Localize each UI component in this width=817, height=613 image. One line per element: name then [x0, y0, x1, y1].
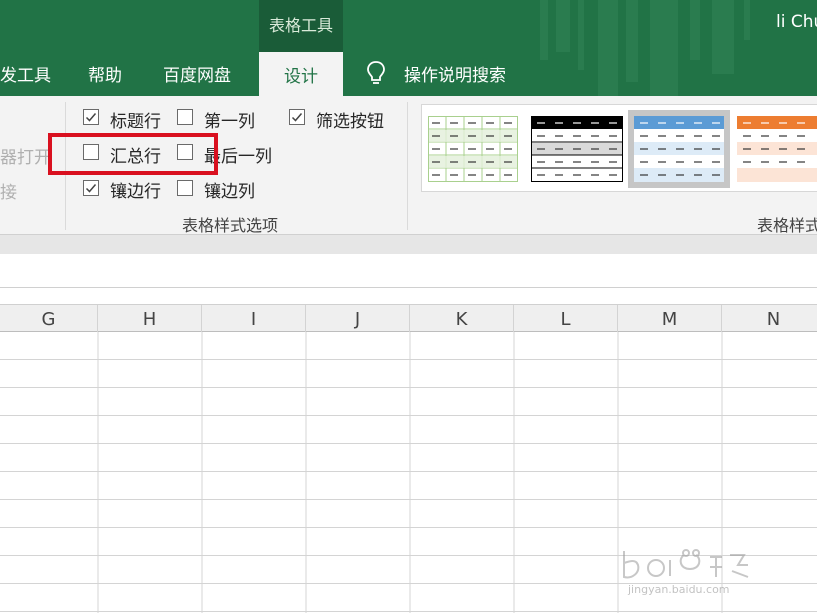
- first-column-checkbox[interactable]: [177, 109, 193, 125]
- column-header-m[interactable]: M: [618, 305, 722, 332]
- tab-design[interactable]: 设计: [259, 52, 343, 96]
- title-bar: 表格工具 li Chu 发工具 帮助 百度网盘 设计 操作说明搜索: [0, 0, 817, 96]
- svg-text:jingyan.baidu.com: jingyan.baidu.com: [627, 583, 730, 596]
- column-header-j[interactable]: J: [306, 305, 410, 332]
- user-name[interactable]: li Chu: [776, 12, 817, 32]
- table-style-options-group-label: 表格样式选项: [182, 216, 279, 235]
- table-style-black-thumbnail[interactable]: [531, 116, 623, 182]
- column-header-g[interactable]: G: [0, 305, 98, 332]
- table-style-green-thumbnail[interactable]: [428, 116, 518, 182]
- ribbon-divider: [407, 102, 408, 230]
- table-style-blue-thumbnail[interactable]: [634, 116, 724, 182]
- tab-help[interactable]: 帮助: [88, 61, 122, 86]
- context-group-label: 表格工具: [268, 16, 333, 35]
- tell-me-search[interactable]: 操作说明搜索: [404, 61, 506, 86]
- first-column-label[interactable]: 第一列: [204, 107, 255, 132]
- check-icon: [291, 113, 303, 122]
- table-styles-group-label: 表格样式: [757, 216, 817, 235]
- banded-columns-label[interactable]: 镶边列: [204, 177, 255, 202]
- header-row-checkbox[interactable]: [83, 109, 99, 125]
- tab-design-label: 设计: [284, 67, 318, 87]
- tab-developer[interactable]: 发工具: [0, 61, 51, 86]
- banded-rows-checkbox[interactable]: [83, 180, 99, 196]
- total-row-highlight-annotation: [48, 133, 218, 175]
- column-header-i[interactable]: I: [202, 305, 306, 332]
- check-icon: [85, 113, 97, 122]
- header-row-label[interactable]: 标题行: [110, 107, 161, 132]
- column-header-h[interactable]: H: [98, 305, 202, 332]
- formula-bar[interactable]: [0, 254, 817, 288]
- column-header-n[interactable]: N: [722, 305, 817, 332]
- column-header-row: G H I J K L M N: [0, 304, 817, 332]
- filter-button-checkbox[interactable]: [289, 109, 305, 125]
- lightbulb-icon: [367, 61, 385, 84]
- left-group-item-open-in-browser: 器打开: [0, 148, 51, 168]
- column-header-l[interactable]: L: [514, 305, 618, 332]
- column-header-k[interactable]: K: [410, 305, 514, 332]
- left-group-item-link: 接: [0, 183, 17, 203]
- table-style-orange-thumbnail[interactable]: [737, 116, 817, 182]
- check-icon: [85, 184, 97, 193]
- ribbon-bottom-edge: [0, 234, 817, 254]
- baidu-jingyan-watermark-logo: jingyan.baidu.com: [623, 549, 749, 596]
- banded-columns-checkbox[interactable]: [177, 180, 193, 196]
- filter-button-label[interactable]: 筛选按钮: [316, 107, 384, 132]
- banded-rows-label[interactable]: 镶边行: [110, 177, 161, 202]
- tab-baidu-netdisk[interactable]: 百度网盘: [163, 61, 231, 86]
